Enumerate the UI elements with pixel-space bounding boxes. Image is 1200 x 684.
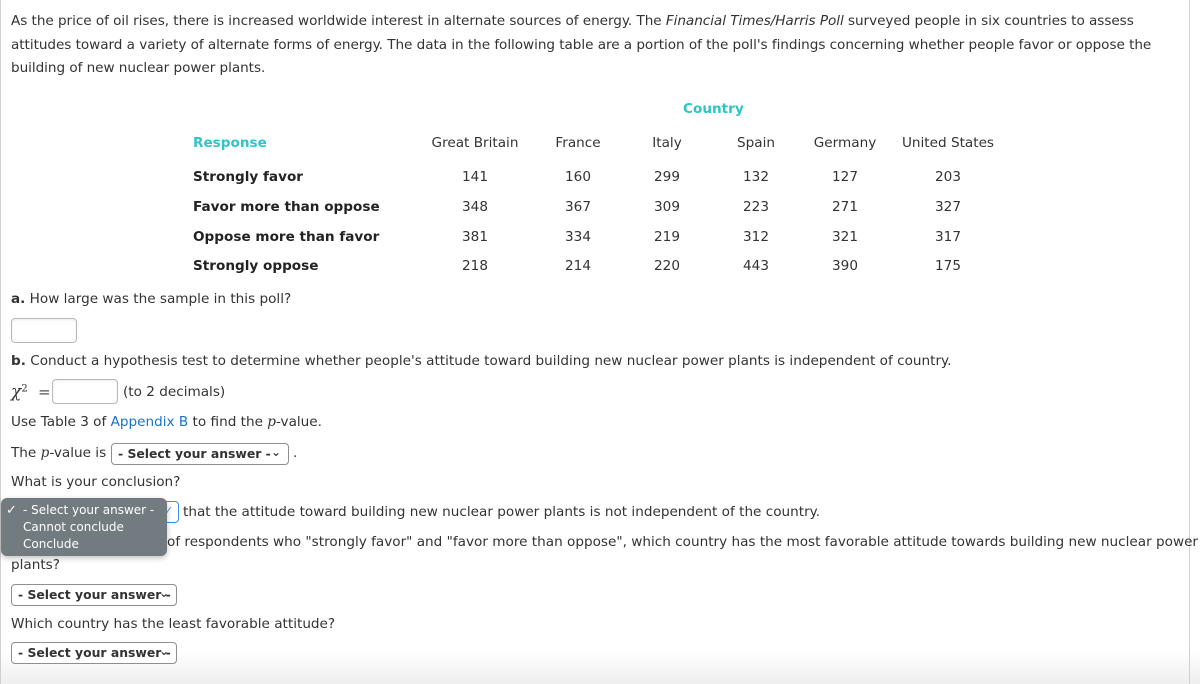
- table-cell: 312: [743, 229, 769, 245]
- most-favorable-select[interactable]: - Select your answer - ⌄: [11, 584, 177, 606]
- conclusion-dropdown-menu: ✓ - Select your answer - Cannot conclude…: [1, 498, 167, 556]
- most-favorable-select-value: - Select your answer -: [18, 587, 171, 602]
- dropdown-option-conclude[interactable]: Conclude: [23, 537, 79, 551]
- sample-size-input[interactable]: [11, 318, 77, 343]
- question-a-text: How large was the sample in this poll?: [25, 291, 292, 307]
- table-cell: 317: [935, 229, 961, 245]
- question-c-wrap: plants?: [11, 557, 60, 573]
- pvalue-label: The p-value is: [11, 445, 106, 461]
- table-cell: 160: [565, 169, 591, 185]
- question-c-text: of respondents who "strongly favor" and …: [167, 534, 1199, 550]
- table-cell: 214: [565, 258, 591, 274]
- least-favorable-select[interactable]: - Select your answer - ⌄: [11, 642, 177, 664]
- p-symbol-2: p: [40, 445, 50, 461]
- period: .: [293, 445, 298, 461]
- table-cell: 309: [654, 199, 680, 215]
- chi-symbol: χ: [11, 382, 22, 402]
- question-page: As the price of oil rises, there is incr…: [0, 0, 1200, 684]
- table-cell: 218: [462, 258, 488, 274]
- pvalue-select[interactable]: - Select your answer - ⌄: [111, 443, 289, 465]
- table-cell: 321: [832, 229, 858, 245]
- question-b-text: Conduct a hypothesis test to determine w…: [25, 353, 952, 369]
- appendix-text-prefix: Use Table 3 of: [11, 414, 111, 430]
- row-label: Strongly oppose: [193, 258, 319, 274]
- table-cell: 299: [654, 169, 680, 185]
- chi-square-input[interactable]: [52, 379, 118, 404]
- dropdown-option-select[interactable]: - Select your answer -: [23, 503, 154, 517]
- table-cell: 443: [743, 258, 769, 274]
- row-label: Strongly favor: [193, 169, 303, 185]
- question-a: a. How large was the sample in this poll…: [11, 291, 291, 307]
- least-favorable-question: Which country has the least favorable at…: [11, 616, 336, 632]
- pvalue-suffix: -value is: [49, 445, 107, 461]
- appendix-text-mid: to find the: [188, 414, 268, 430]
- response-column-header: Response: [193, 135, 267, 151]
- appendix-instruction: Use Table 3 of Appendix B to find the p-…: [11, 414, 322, 430]
- table-cell: 390: [832, 258, 858, 274]
- row-label: Favor more than oppose: [193, 199, 380, 215]
- column-header-spain: Spain: [737, 135, 775, 151]
- column-header-united-states: United States: [901, 135, 995, 151]
- table-cell: 220: [654, 258, 680, 274]
- question-a-letter: a.: [11, 291, 26, 307]
- conclusion-statement: that the attitude toward building new nu…: [183, 504, 821, 520]
- question-b: b. Conduct a hypothesis test to determin…: [11, 353, 951, 369]
- check-icon: ✓: [6, 503, 17, 518]
- table-cell: 175: [935, 258, 961, 274]
- column-header-germany: Germany: [813, 135, 877, 151]
- equals-sign: =: [38, 383, 51, 401]
- table-cell: 334: [565, 229, 591, 245]
- country-group-header: Country: [683, 101, 744, 117]
- table-cell: 219: [654, 229, 680, 245]
- question-b-letter: b.: [11, 353, 26, 369]
- column-header-france: France: [555, 135, 601, 151]
- intro-paragraph: As the price of oil rises, there is incr…: [11, 10, 1191, 81]
- row-label: Oppose more than favor: [193, 229, 380, 245]
- pvalue-prefix: The: [11, 445, 41, 461]
- conclusion-question: What is your conclusion?: [11, 474, 181, 490]
- scrollbar-border: [1189, 0, 1190, 684]
- chevron-down-icon: ⌄: [270, 445, 281, 459]
- table-cell: 271: [832, 199, 858, 215]
- table-cell: 203: [935, 169, 961, 185]
- column-header-great-britain: Great Britain: [431, 135, 519, 151]
- table-cell: 141: [462, 169, 488, 185]
- table-cell: 367: [565, 199, 591, 215]
- poll-source: Financial Times/Harris Poll: [665, 13, 844, 29]
- appendix-text-suffix: -value.: [275, 414, 322, 430]
- chi-square-hint: (to 2 decimals): [123, 384, 226, 400]
- chi-exponent: 2: [21, 383, 28, 395]
- chevron-down-icon: ⌄: [158, 586, 169, 600]
- pvalue-select-value: - Select your answer -: [118, 446, 271, 461]
- table-cell: 327: [935, 199, 961, 215]
- chi-square-label: χ2 =: [11, 382, 51, 402]
- chevron-down-icon: ⌄: [158, 644, 169, 658]
- intro-text-1: As the price of oil rises, there is incr…: [11, 13, 666, 29]
- table-cell: 127: [832, 169, 858, 185]
- table-cell: 348: [462, 199, 488, 215]
- table-cell: 381: [462, 229, 488, 245]
- table-cell: 132: [743, 169, 769, 185]
- least-favorable-select-value: - Select your answer -: [18, 645, 171, 660]
- column-header-italy: Italy: [652, 135, 682, 151]
- p-symbol: p: [267, 414, 276, 430]
- dropdown-option-cannot-conclude[interactable]: Cannot conclude: [23, 520, 124, 534]
- table-cell: 223: [743, 199, 769, 215]
- appendix-b-link[interactable]: Appendix B: [111, 414, 189, 430]
